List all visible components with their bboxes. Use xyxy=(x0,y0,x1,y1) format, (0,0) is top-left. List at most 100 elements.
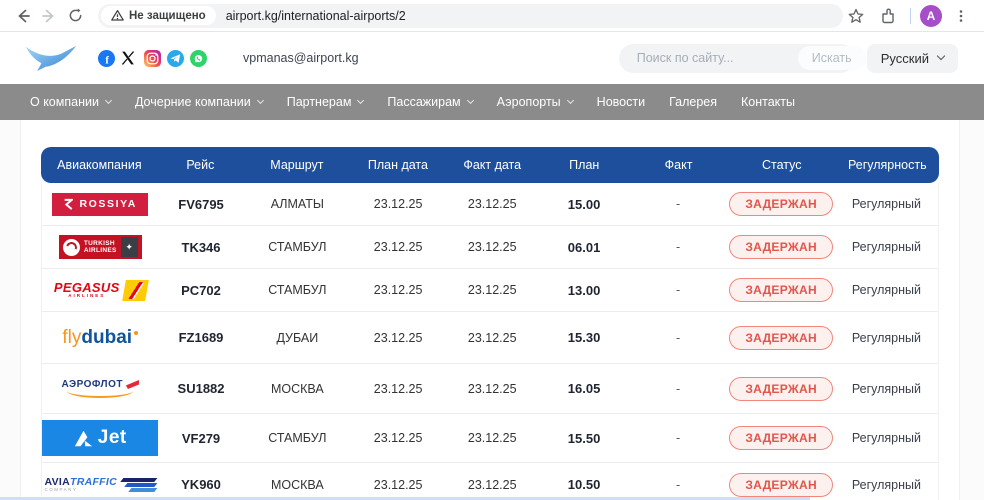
search-input[interactable] xyxy=(637,51,798,65)
nav-item-4[interactable]: Пассажирам xyxy=(387,95,472,109)
nav-item-3[interactable]: Партнерам xyxy=(287,95,364,109)
table-row: TURKISHAIRLINES✦TK346СТАМБУЛ23.12.2523.1… xyxy=(42,226,938,269)
table-row: ROSSIYAFV6795АЛМАТЫ23.12.2523.12.2515.00… xyxy=(42,183,938,226)
address-bar[interactable]: Не защищено airport.kg/international-air… xyxy=(98,4,843,28)
page-content: АвиакомпанияРейсМаршрутПлан датаФакт дат… xyxy=(0,120,984,500)
cell-status: ЗАДЕРЖАН xyxy=(727,473,835,497)
cell-regularity: Регулярный xyxy=(835,478,938,492)
airline-logo-turkish: TURKISHAIRLINES✦ xyxy=(59,235,142,259)
cell-plan-time: 15.00 xyxy=(539,197,629,212)
language-label: Русский xyxy=(881,51,929,66)
site-header: f vpmanas@airport.kg Искать Русский xyxy=(0,32,984,84)
reload-icon[interactable] xyxy=(62,3,88,29)
airline-logo-aeroflot: АЭРОФЛОТ xyxy=(62,379,139,398)
cell-flight: FZ1689 xyxy=(158,330,243,345)
extensions-icon[interactable] xyxy=(875,3,901,29)
table-row: flydubaiFZ1689ДУБАИ23.12.2523.12.2515.30… xyxy=(42,312,938,364)
telegram-icon[interactable] xyxy=(167,50,184,67)
cell-fact-date: 23.12.25 xyxy=(445,382,539,396)
nav-item-6[interactable]: Новости xyxy=(597,95,645,109)
facebook-icon[interactable]: f xyxy=(98,50,115,67)
contact-email[interactable]: vpmanas@airport.kg xyxy=(243,51,359,65)
airline-logo-rossiya: ROSSIYA xyxy=(52,193,148,216)
table-row: PEGASUSAIRLINESPC702СТАМБУЛ23.12.2523.12… xyxy=(42,269,938,312)
cell-flight: YK960 xyxy=(158,477,243,492)
cell-plan-date: 23.12.25 xyxy=(351,478,445,492)
ajet-a-icon xyxy=(74,429,93,448)
column-header-8: Статус xyxy=(728,158,836,172)
cell-fact-time: - xyxy=(629,431,728,445)
cell-regularity: Регулярный xyxy=(835,240,938,254)
security-chip[interactable]: Не защищено xyxy=(101,6,216,25)
cell-plan-time: 15.50 xyxy=(539,431,629,446)
chevron-down-icon xyxy=(105,97,112,104)
cell-fact-date: 23.12.25 xyxy=(445,478,539,492)
cell-fact-time: - xyxy=(629,283,728,297)
url-text: airport.kg/international-airports/2 xyxy=(226,9,406,23)
content-card: АвиакомпанияРейсМаршрутПлан датаФакт дат… xyxy=(20,120,960,500)
nav-item-label: Галерея xyxy=(669,95,717,109)
cell-fact-date: 23.12.25 xyxy=(445,431,539,445)
cell-fact-date: 23.12.25 xyxy=(445,283,539,297)
column-header-2: Рейс xyxy=(158,158,243,172)
aeroflot-swoosh-icon xyxy=(67,391,133,398)
cell-route: СТАМБУЛ xyxy=(244,431,352,445)
main-nav: О компании Дочерние компании Партнерам Пасс… xyxy=(0,84,984,120)
nav-item-1[interactable]: О компании xyxy=(30,95,111,109)
browser-menu-icon[interactable] xyxy=(948,3,974,29)
table-row: JetVF279СТАМБУЛ23.12.2523.12.2515.50-ЗАД… xyxy=(42,414,938,463)
cell-plan-date: 23.12.25 xyxy=(351,382,445,396)
column-header-3: Маршрут xyxy=(243,158,351,172)
chevron-down-icon xyxy=(567,97,574,104)
x-icon[interactable] xyxy=(121,50,138,67)
cell-route: СТАМБУЛ xyxy=(244,283,352,297)
nav-item-7[interactable]: Галерея xyxy=(669,95,717,109)
nav-item-5[interactable]: Аэропорты xyxy=(497,95,573,109)
cell-airline: PEGASUSAIRLINES xyxy=(42,280,158,301)
column-header-4: План дата xyxy=(351,158,445,172)
nav-item-label: Пассажирам xyxy=(387,95,460,109)
cell-fact-date: 23.12.25 xyxy=(445,331,539,345)
cell-status: ЗАДЕРЖАН xyxy=(727,377,835,401)
search-button[interactable]: Искать xyxy=(798,46,866,70)
cell-flight: PC702 xyxy=(158,283,243,298)
flight-table: АвиакомпанияРейсМаршрутПлан датаФакт дат… xyxy=(41,147,939,500)
cell-regularity: Регулярный xyxy=(835,283,938,297)
status-badge: ЗАДЕРЖАН xyxy=(729,326,833,350)
airline-logo-aviatraffic: AVIATRAFFICCOMPANY xyxy=(44,477,156,493)
warning-icon xyxy=(111,9,124,22)
cell-route: МОСКВА xyxy=(244,382,352,396)
cell-regularity: Регулярный xyxy=(835,331,938,345)
cell-plan-time: 06.01 xyxy=(539,240,629,255)
cell-regularity: Регулярный xyxy=(835,197,938,211)
cell-airline: flydubai xyxy=(42,328,158,347)
cell-route: АЛМАТЫ xyxy=(244,197,352,211)
cell-fact-date: 23.12.25 xyxy=(445,197,539,211)
language-selector[interactable]: Русский xyxy=(867,44,958,73)
cell-status: ЗАДЕРЖАН xyxy=(727,278,835,302)
airport-logo-icon[interactable] xyxy=(25,42,80,74)
bookmark-star-icon[interactable] xyxy=(843,3,869,29)
cell-flight: SU1882 xyxy=(158,381,243,396)
pegasus-emblem-icon xyxy=(122,280,149,301)
nav-item-8[interactable]: Контакты xyxy=(741,95,795,109)
whatsapp-icon[interactable] xyxy=(190,50,207,67)
profile-avatar[interactable]: A xyxy=(920,5,942,27)
cell-regularity: Регулярный xyxy=(835,431,938,445)
cell-status: ЗАДЕРЖАН xyxy=(727,235,835,259)
instagram-icon[interactable] xyxy=(144,50,161,67)
column-header-1: Авиакомпания xyxy=(41,158,158,172)
cell-airline: TURKISHAIRLINES✦ xyxy=(42,235,158,259)
cell-plan-time: 10.50 xyxy=(539,477,629,492)
security-chip-label: Не защищено xyxy=(129,10,206,22)
browser-toolbar: Не защищено airport.kg/international-air… xyxy=(0,0,984,32)
column-header-5: Факт дата xyxy=(445,158,539,172)
status-badge: ЗАДЕРЖАН xyxy=(729,278,833,302)
back-icon[interactable] xyxy=(10,3,36,29)
nav-item-label: Аэропорты xyxy=(497,95,561,109)
forward-icon[interactable] xyxy=(36,3,62,29)
nav-item-2[interactable]: Дочерние компании xyxy=(135,95,263,109)
toolbar-divider xyxy=(910,8,911,24)
cell-fact-time: - xyxy=(629,240,728,254)
nav-item-label: Партнерам xyxy=(287,95,352,109)
